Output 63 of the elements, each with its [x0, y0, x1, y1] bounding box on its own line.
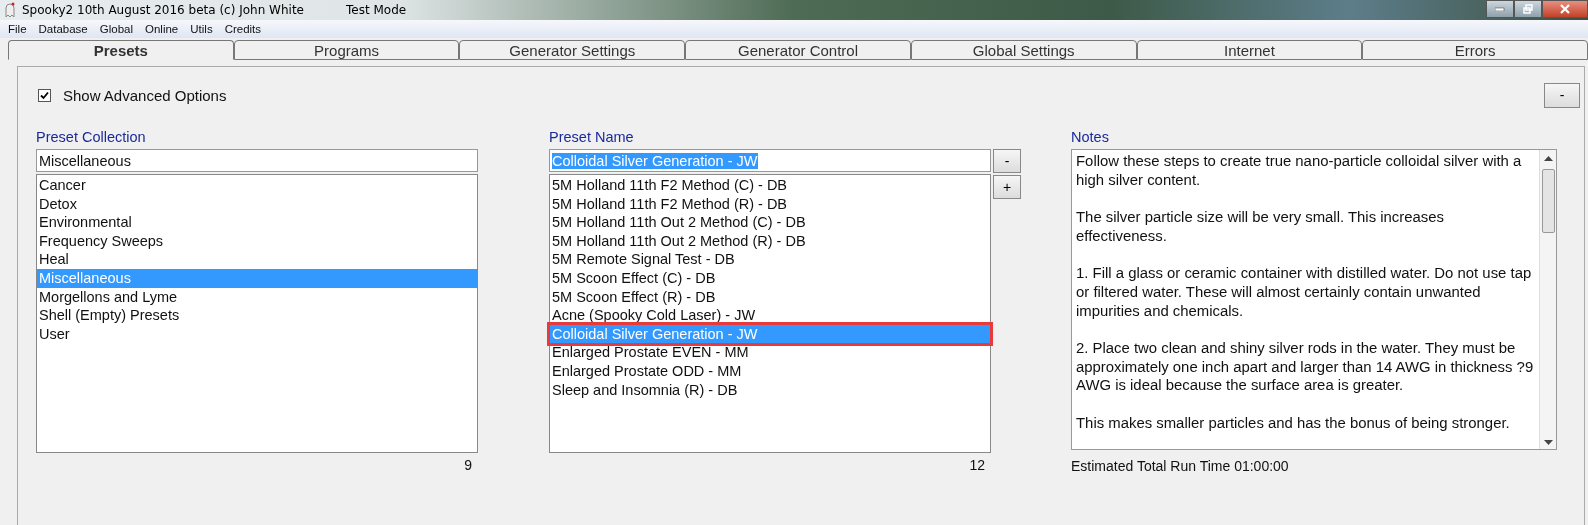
- column-heading: Preset Name: [549, 129, 635, 147]
- restore-button[interactable]: [1514, 0, 1542, 18]
- window-title: Spooky2 10th August 2016 beta (c) John White: [22, 3, 304, 17]
- list-item[interactable]: User: [37, 324, 477, 344]
- list-button[interactable]: -: [993, 149, 1021, 173]
- notes-paragraph: This makes smaller particles and has the bonus of being stronger.: [1076, 413, 1511, 433]
- notes-paragraph: 1. Fill a glass or ceramic container with distilled water. Do not use tap or filtered water. These will almost certainly contain unwanted impurities and chemicals.: [1076, 264, 1533, 321]
- column-heading: Notes: [1071, 129, 1110, 147]
- notes-box[interactable]: [1071, 149, 1557, 450]
- ghost-icon: [4, 2, 16, 18]
- list-item[interactable]: Enlarged Prostate ODD - MM: [550, 361, 990, 381]
- list-item[interactable]: Environmental: [37, 213, 477, 232]
- mode-label: Test Mode: [346, 3, 407, 17]
- menu-item[interactable]: Global: [93, 23, 139, 35]
- list-item[interactable]: Enlarged Prostate EVEN - MM: [550, 343, 990, 362]
- notes-paragraph: The silver particle size will be very small. This increases effectiveness.: [1076, 208, 1445, 246]
- run-time-label: Estimated Total Run Time 01:00:00: [1071, 458, 1290, 474]
- notes-paragraph: 2. Place two clean and shiny silver rods in the water. They must be approximately one inch apart and larger than 14 AWG in thickness ?9 AWG is ideal because the surface area is greater.: [1076, 339, 1535, 396]
- item-count: 9: [464, 457, 472, 473]
- scrollbar[interactable]: [1539, 150, 1556, 449]
- list-item[interactable]: Frequency Sweeps: [37, 231, 477, 251]
- list-item[interactable]: Cancer: [37, 176, 477, 195]
- list-item[interactable]: 5M Scoon Effect (R) - DB: [550, 287, 990, 307]
- menu-item[interactable]: Online: [139, 23, 185, 35]
- scroll-thumb[interactable]: [1541, 169, 1555, 233]
- minimize-icon: [1495, 7, 1505, 11]
- menu-item[interactable]: File: [2, 23, 33, 35]
- tab[interactable]: Generator Settings: [459, 40, 686, 60]
- tab[interactable]: Errors: [1362, 40, 1588, 60]
- list-item[interactable]: Detox: [37, 194, 477, 214]
- notes-paragraph: Follow these steps to create true nano-particle colloidal silver with a high silver content.: [1076, 152, 1523, 190]
- list-item[interactable]: Acne (Spooky Cold Laser) - JW: [550, 306, 990, 325]
- checkbox[interactable]: [38, 88, 51, 102]
- list-item[interactable]: 5M Scoon Effect (C) - DB: [550, 268, 990, 288]
- list-button[interactable]: +: [993, 175, 1021, 199]
- collapse-button[interactable]: -: [1544, 82, 1580, 108]
- item-count: 12: [969, 457, 985, 473]
- list-item[interactable]: Shell (Empty) Presets: [37, 306, 477, 325]
- scroll-up-icon: [1543, 156, 1553, 161]
- scroll-down-icon: [1543, 440, 1553, 445]
- list-item[interactable]: 5M Remote Signal Test - DB: [550, 250, 990, 269]
- collection-field[interactable]: Miscellaneous: [36, 149, 478, 172]
- list-item[interactable]: 5M Holland 11th F2 Method (C) - DB: [550, 176, 990, 195]
- list-item[interactable]: 5M Holland 11th F2 Method (R) - DB: [550, 194, 990, 214]
- close-icon: [1560, 4, 1570, 14]
- tab[interactable]: Internet: [1136, 40, 1363, 60]
- close-button[interactable]: [1542, 0, 1588, 18]
- list-item[interactable]: Heal: [37, 250, 477, 269]
- list-item[interactable]: Morgellons and Lyme: [37, 287, 477, 307]
- minimize-button[interactable]: [1486, 0, 1514, 18]
- menu-item[interactable]: Utils: [184, 23, 219, 35]
- list-item[interactable]: 5M Holland 11th Out 2 Method (C) - DB: [550, 213, 990, 232]
- menu-item[interactable]: Database: [32, 23, 94, 35]
- list-item[interactable]: 5M Holland 11th Out 2 Method (R) - DB: [550, 231, 990, 251]
- tab[interactable]: Global Settings: [910, 40, 1137, 60]
- tab[interactable]: Generator Control: [685, 40, 911, 60]
- checkbox-label[interactable]: Show Advanced Options: [63, 86, 227, 104]
- menu-item[interactable]: Credits: [218, 23, 268, 35]
- restore-icon: [1523, 4, 1533, 14]
- tab[interactable]: Programs: [233, 40, 460, 60]
- list-item[interactable]: Sleep and Insomnia (R) - DB: [550, 380, 990, 400]
- tab[interactable]: Presets: [8, 40, 234, 60]
- column-heading: Preset Collection: [36, 129, 147, 147]
